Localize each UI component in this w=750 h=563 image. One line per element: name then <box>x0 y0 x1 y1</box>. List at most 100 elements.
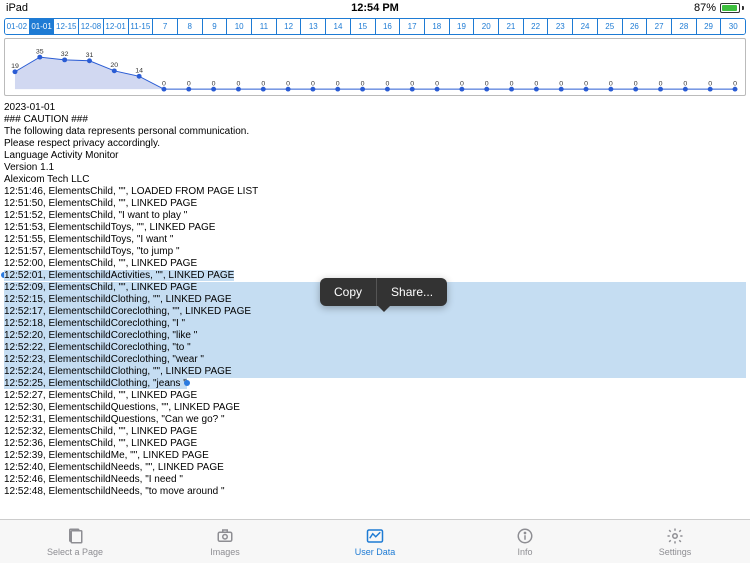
date-tab[interactable]: 26 <box>623 19 648 34</box>
svg-text:0: 0 <box>708 80 712 87</box>
log-line: 12:52:17, ElementschildCoreclothing, "",… <box>4 306 746 318</box>
date-tab[interactable]: 8 <box>178 19 203 34</box>
svg-text:0: 0 <box>236 80 240 87</box>
tab-bar: Select a Page Images User Data Info Sett… <box>0 519 750 563</box>
date-tab[interactable]: 21 <box>499 19 524 34</box>
selection-end-handle[interactable] <box>184 380 190 386</box>
date-tab[interactable]: 25 <box>598 19 623 34</box>
svg-text:0: 0 <box>435 80 439 87</box>
date-tab[interactable]: 23 <box>548 19 573 34</box>
log-line: 12:52:46, ElementschildNeeds, "I need " <box>4 474 746 486</box>
date-tab[interactable]: 11 <box>252 19 277 34</box>
date-tab[interactable]: 12-01 <box>104 19 129 34</box>
svg-text:0: 0 <box>286 80 290 87</box>
log-line: 12:51:57, ElementschildToys, "to jump " <box>4 246 746 258</box>
svg-text:0: 0 <box>261 80 265 87</box>
page-icon <box>64 527 86 545</box>
svg-text:0: 0 <box>187 80 191 87</box>
date-tab[interactable]: 17 <box>400 19 425 34</box>
share-button[interactable]: Share... <box>377 278 447 306</box>
log-line: 12:51:55, ElementschildToys, "I want " <box>4 234 746 246</box>
activity-chart: 193532312014000000000000000000000000 <box>4 38 746 96</box>
gear-icon <box>664 527 686 545</box>
log-line: 12:52:27, ElementsChild, "", LINKED PAGE <box>4 390 746 402</box>
device-label: iPad <box>6 2 28 14</box>
date-tab[interactable]: 29 <box>697 19 722 34</box>
log-line: Language Activity Monitor <box>4 150 746 162</box>
log-line: 12:51:52, ElementsChild, "I want to play… <box>4 210 746 222</box>
date-tab[interactable]: 11-15 <box>129 19 154 34</box>
log-line: 12:52:25, ElementschildClothing, "jeans … <box>4 378 746 390</box>
date-tab[interactable]: 24 <box>573 19 598 34</box>
date-tab[interactable]: 01-01 <box>30 19 55 34</box>
log-line: 12:51:50, ElementsChild, "", LINKED PAGE <box>4 198 746 210</box>
svg-text:35: 35 <box>36 48 44 55</box>
date-tab[interactable]: 15 <box>351 19 376 34</box>
date-tab[interactable]: 10 <box>227 19 252 34</box>
svg-text:0: 0 <box>584 80 588 87</box>
date-tab[interactable]: 12 <box>277 19 302 34</box>
log-line: 12:52:40, ElementschildNeeds, "", LINKED… <box>4 462 746 474</box>
svg-text:32: 32 <box>61 51 69 58</box>
date-tab[interactable]: 7 <box>153 19 178 34</box>
date-tab[interactable]: 27 <box>647 19 672 34</box>
log-line: 12:52:24, ElementschildClothing, "", LIN… <box>4 366 746 378</box>
log-line: 12:52:20, ElementschildCoreclothing, "li… <box>4 330 746 342</box>
svg-text:0: 0 <box>659 80 663 87</box>
clock: 12:54 PM <box>351 2 399 14</box>
svg-text:14: 14 <box>135 68 143 75</box>
svg-text:0: 0 <box>410 80 414 87</box>
date-tab[interactable]: 14 <box>326 19 351 34</box>
log-line: 12:52:32, ElementsChild, "", LINKED PAGE <box>4 426 746 438</box>
svg-text:0: 0 <box>162 80 166 87</box>
chart-icon <box>364 527 386 545</box>
date-tab[interactable]: 19 <box>450 19 475 34</box>
log-line: 12:51:46, ElementsChild, "", LOADED FROM… <box>4 186 746 198</box>
text-selection-popover: Copy Share... <box>320 278 447 306</box>
svg-text:0: 0 <box>559 80 563 87</box>
log-view[interactable]: 2023-01-01### CAUTION ###The following d… <box>0 96 750 526</box>
tab-images[interactable]: Images <box>150 520 300 563</box>
date-tab[interactable]: 9 <box>203 19 228 34</box>
svg-text:0: 0 <box>336 80 340 87</box>
svg-text:0: 0 <box>212 80 216 87</box>
date-tab[interactable]: 13 <box>301 19 326 34</box>
date-tab[interactable]: 12-15 <box>54 19 79 34</box>
tab-select-page[interactable]: Select a Page <box>0 520 150 563</box>
log-line: 12:52:36, ElementsChild, "", LINKED PAGE <box>4 438 746 450</box>
log-line: Version 1.1 <box>4 162 746 174</box>
log-line: 12:52:30, ElementschildQuestions, "", LI… <box>4 402 746 414</box>
date-tab[interactable]: 22 <box>524 19 549 34</box>
tab-user-data[interactable]: User Data <box>300 520 450 563</box>
log-line: ### CAUTION ### <box>4 114 746 126</box>
date-tab[interactable]: 28 <box>672 19 697 34</box>
status-bar: iPad 12:54 PM 87% <box>0 0 750 16</box>
log-line: 12:52:22, ElementschildCoreclothing, "to… <box>4 342 746 354</box>
log-line: The following data represents personal c… <box>4 126 746 138</box>
date-tab[interactable]: 20 <box>474 19 499 34</box>
battery-icon <box>720 3 744 13</box>
svg-text:0: 0 <box>460 80 464 87</box>
svg-text:19: 19 <box>11 63 19 70</box>
svg-text:20: 20 <box>110 62 118 69</box>
log-line: 12:52:39, ElementschildMe, "", LINKED PA… <box>4 450 746 462</box>
log-line: 12:52:31, ElementschildQuestions, "Can w… <box>4 414 746 426</box>
date-tab[interactable]: 18 <box>425 19 450 34</box>
date-tab[interactable]: 01-02 <box>5 19 30 34</box>
log-line: Please respect privacy accordingly. <box>4 138 746 150</box>
date-tabs[interactable]: 01-0201-0112-1512-0812-0111-157891011121… <box>4 18 746 35</box>
date-tab[interactable]: 30 <box>721 19 745 34</box>
tab-info[interactable]: Info <box>450 520 600 563</box>
svg-text:0: 0 <box>510 80 514 87</box>
log-line: 2023-01-01 <box>4 102 746 114</box>
svg-text:0: 0 <box>311 80 315 87</box>
log-line: Alexicom Tech LLC <box>4 174 746 186</box>
svg-text:0: 0 <box>385 80 389 87</box>
tab-settings[interactable]: Settings <box>600 520 750 563</box>
svg-text:0: 0 <box>609 80 613 87</box>
copy-button[interactable]: Copy <box>320 278 376 306</box>
svg-text:0: 0 <box>485 80 489 87</box>
date-tab[interactable]: 12-08 <box>79 19 104 34</box>
date-tab[interactable]: 16 <box>376 19 401 34</box>
svg-text:0: 0 <box>634 80 638 87</box>
